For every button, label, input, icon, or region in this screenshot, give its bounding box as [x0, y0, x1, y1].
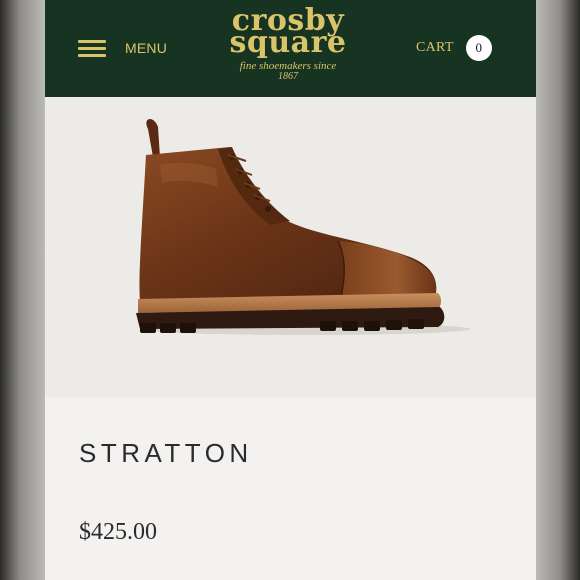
menu-label: MENU — [125, 40, 168, 56]
logo-year: 1867 — [278, 71, 298, 82]
logo-line-2: square — [229, 25, 347, 60]
product-price: $425.00 — [79, 519, 157, 545]
product-image[interactable] — [45, 97, 536, 397]
hamburger-icon — [78, 38, 106, 58]
boot-image — [136, 118, 470, 335]
page: MENU crosby square fine shoemakers since… — [45, 0, 536, 580]
brand-logo[interactable]: crosby square fine shoemakers since 1867 — [213, 6, 363, 90]
cart-label: CART — [416, 40, 454, 55]
cart-count-badge: 0 — [465, 35, 492, 61]
cart-button[interactable]: CART 0 — [416, 35, 492, 61]
site-header: MENU crosby square fine shoemakers since… — [45, 0, 536, 97]
menu-button[interactable]: MENU — [78, 36, 167, 60]
product-title: STRATTON — [79, 438, 253, 468]
